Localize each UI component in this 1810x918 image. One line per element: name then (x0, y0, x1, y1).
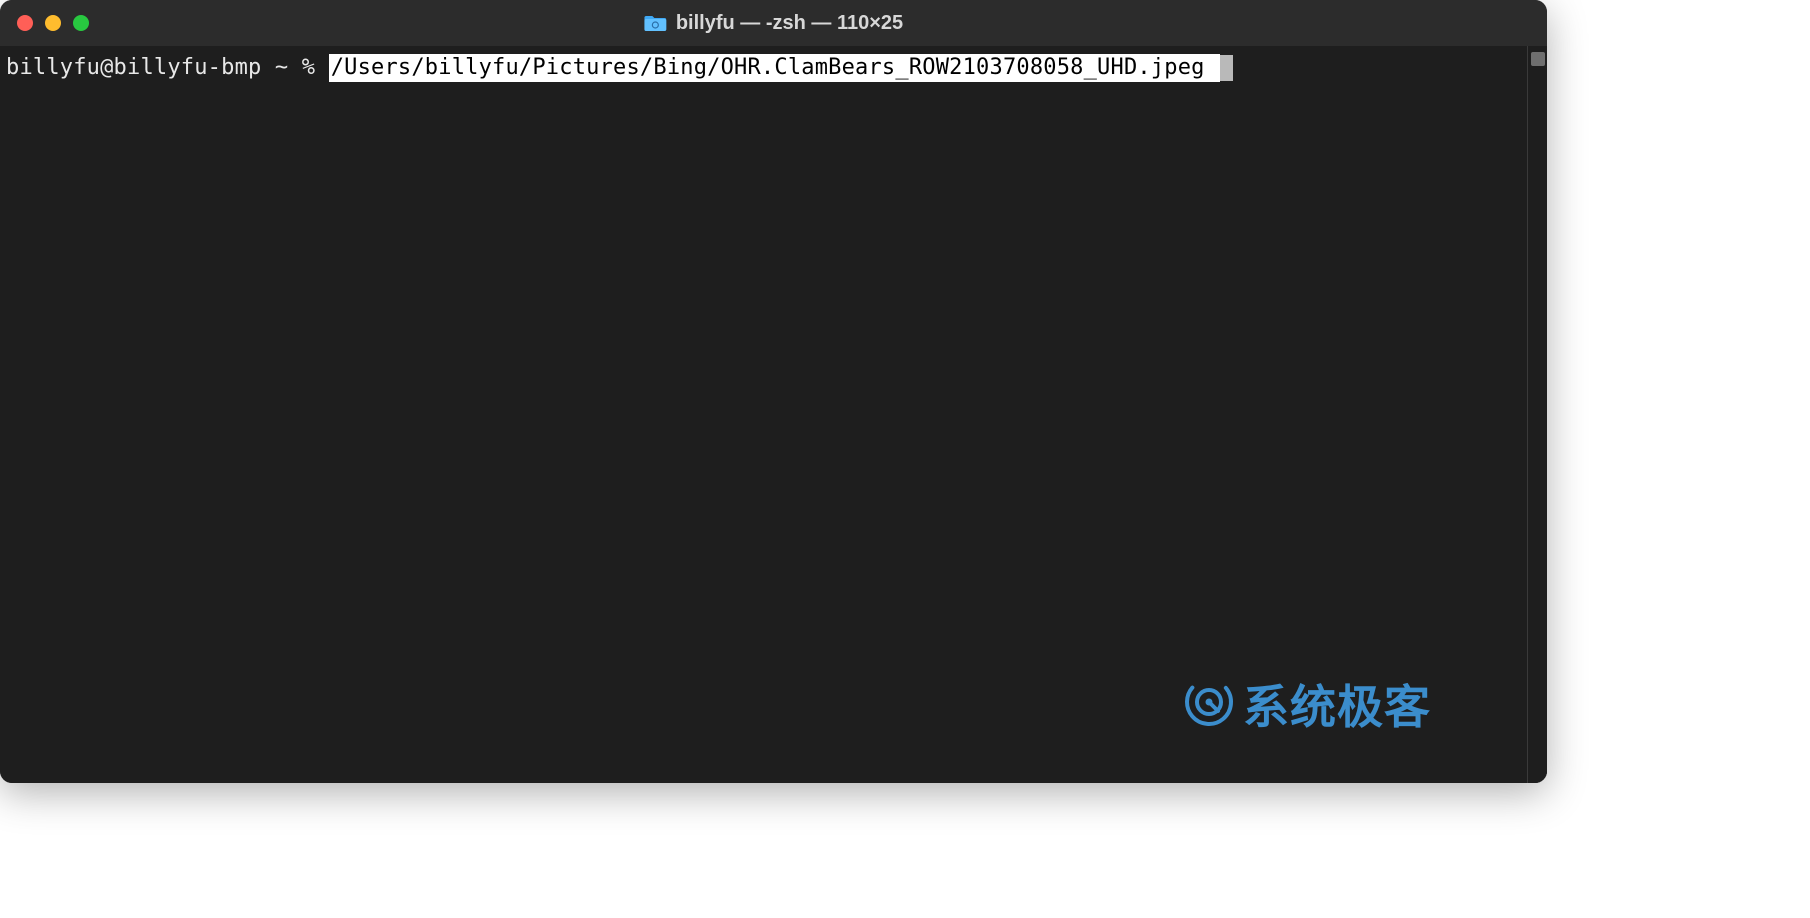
scroll-indicator (1531, 52, 1545, 66)
cursor (1220, 55, 1233, 81)
scrollbar[interactable] (1527, 46, 1547, 783)
window-title-text: billyfu — -zsh — 110×25 (676, 12, 903, 35)
traffic-lights (0, 15, 89, 31)
close-button[interactable] (17, 15, 33, 31)
titlebar[interactable]: billyfu — -zsh — 110×25 (0, 0, 1547, 46)
terminal-window: billyfu — -zsh — 110×25 billyfu@billyfu-… (0, 0, 1547, 783)
watermark: 系统极客 (1183, 671, 1431, 737)
watermark-text: 系统极客 (1243, 671, 1431, 737)
terminal-body: billyfu@billyfu-bmp ~ % /Users/billyfu/P… (0, 46, 1547, 783)
maximize-button[interactable] (73, 15, 89, 31)
folder-icon (644, 14, 666, 32)
prompt-line[interactable]: billyfu@billyfu-bmp ~ % /Users/billyfu/P… (6, 54, 1521, 82)
selected-path[interactable]: /Users/billyfu/Pictures/Bing/OHR.ClamBea… (329, 54, 1220, 82)
window-title: billyfu — -zsh — 110×25 (644, 12, 903, 35)
prompt-text: billyfu@billyfu-bmp ~ % (6, 54, 329, 82)
minimize-button[interactable] (45, 15, 61, 31)
watermark-logo-icon (1183, 676, 1235, 732)
